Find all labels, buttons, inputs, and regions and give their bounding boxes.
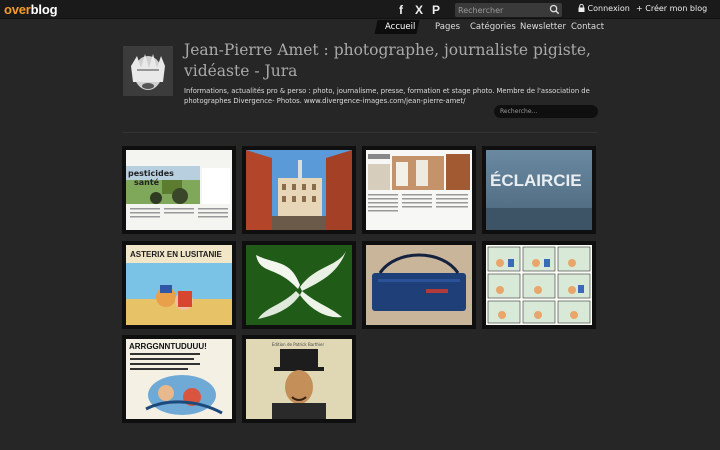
login-label: Connexion: [587, 4, 630, 13]
eclaircie-image: ÉCLAIRCIE: [486, 150, 592, 230]
top-bar: overblog f X P Connexion + Créer mon blo…: [0, 0, 720, 19]
thumb-pesticides-text: pesticides: [128, 169, 174, 178]
post-thumbnail-flower[interactable]: [242, 241, 356, 329]
portrait-painting-image: Edition de Patrick Barthier: [246, 339, 352, 419]
post-thumbnail-comic-panel[interactable]: ARRGGNNTUDUUU!: [122, 335, 236, 423]
post-thumbnail-asterix[interactable]: ASTERIX EN LUSITANIE: [122, 241, 236, 329]
blog-search-box: [494, 105, 598, 118]
author-avatar[interactable]: [123, 46, 173, 96]
top-search-box: [455, 3, 562, 17]
post-thumbnail-city-street[interactable]: [242, 146, 356, 234]
divider: [123, 132, 598, 133]
main-nav: Accueil Pages Catégories Newsletter Cont…: [0, 19, 720, 36]
create-blog-label: Créer mon blog: [645, 4, 708, 13]
pesticides-article-image: pesticides santé: [126, 150, 232, 230]
thumb-book-text: Edition de Patrick Barthier: [272, 342, 325, 347]
post-thumbnail-comic-strip[interactable]: [482, 241, 596, 329]
white-flower-image: [246, 245, 352, 325]
plus-icon: +: [636, 4, 643, 13]
post-thumbnail-article-photos[interactable]: [362, 146, 476, 234]
thumb-comic-text: ARRGGNNTUDUUU!: [129, 342, 207, 351]
login-link[interactable]: Connexion: [578, 3, 630, 13]
top-search-input[interactable]: [458, 3, 548, 17]
nav-pages[interactable]: Pages: [435, 22, 460, 32]
thumb-asterix-text: ASTERIX EN LUSITANIE: [130, 250, 223, 259]
pinterest-icon[interactable]: P: [432, 3, 440, 17]
nav-newsletter[interactable]: Newsletter: [520, 22, 566, 32]
post-thumbnail-eclaircie[interactable]: ÉCLAIRCIE: [482, 146, 596, 234]
lock-icon: [578, 3, 585, 12]
create-blog-link[interactable]: + Créer mon blog: [636, 4, 707, 13]
nav-categories[interactable]: Catégories: [470, 22, 516, 32]
post-thumbnail-camera-bag[interactable]: [362, 241, 476, 329]
thumb-eclaircie-text: ÉCLAIRCIE: [490, 171, 582, 190]
newspaper-article-image: [366, 150, 472, 230]
city-street-image: [246, 150, 352, 230]
camera-bag-image: [366, 245, 472, 325]
overblog-logo[interactable]: overblog: [4, 2, 58, 17]
nav-accueil[interactable]: Accueil: [385, 22, 415, 32]
comic-panel-image: ARRGGNNTUDUUU!: [126, 339, 232, 419]
post-thumbnail-pesticides[interactable]: pesticides santé: [122, 146, 236, 234]
blog-description: Informations, actualités pro & perso : p…: [184, 87, 590, 105]
author-photo: [123, 46, 173, 96]
facebook-icon[interactable]: f: [399, 3, 403, 17]
nav-contact[interactable]: Contact: [571, 22, 604, 32]
search-icon[interactable]: [549, 4, 560, 15]
post-thumbnail-portrait[interactable]: Edition de Patrick Barthier: [242, 335, 356, 423]
x-icon[interactable]: X: [415, 3, 423, 17]
thumb-sante-text: santé: [134, 177, 160, 187]
comic-strip-image: [486, 245, 592, 325]
blog-title[interactable]: Jean-Pierre Amet : photographe, journali…: [184, 40, 594, 82]
blog-search-input[interactable]: [500, 105, 594, 118]
asterix-cover-image: ASTERIX EN LUSITANIE: [126, 245, 232, 325]
